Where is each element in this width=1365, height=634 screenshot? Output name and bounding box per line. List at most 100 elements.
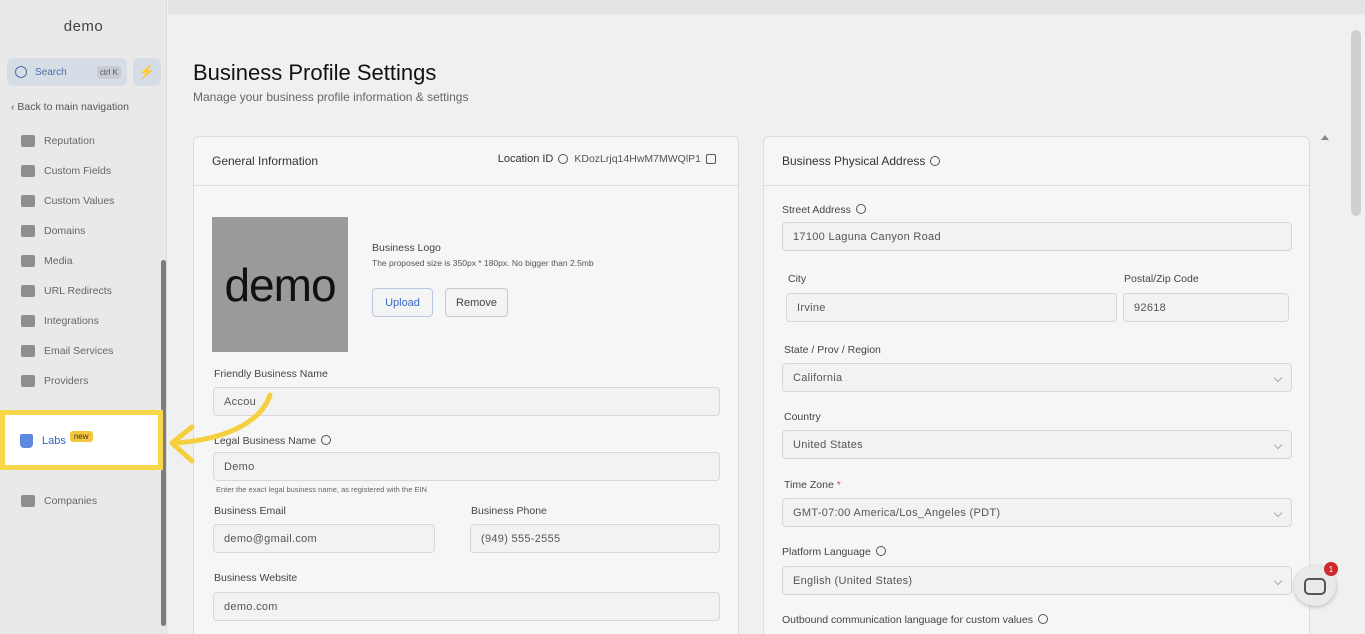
sidebar-item-labs-highlight[interactable]: Labs new — [0, 410, 163, 470]
sidebar-item-custom-fields[interactable]: Custom Fields — [21, 161, 111, 181]
sidebar-item-labs[interactable]: Labs new — [20, 430, 93, 448]
state-label: State / Prov / Region — [784, 344, 881, 356]
sidebar: demo Search ctrl K ⚡ ‹ Back to main navi… — [0, 0, 167, 634]
email-input[interactable]: demo@gmail.com — [213, 524, 435, 553]
sidebar-item-label: Custom Fields — [44, 165, 112, 177]
flask-icon — [20, 434, 33, 448]
street-label: Street Address — [782, 204, 866, 216]
star-icon — [21, 135, 35, 147]
timezone-label: Time Zone * — [784, 479, 841, 491]
business-logo-preview: demo — [212, 217, 348, 352]
friendly-name-input[interactable]: Accou — [213, 387, 720, 416]
upload-button[interactable]: Upload — [372, 288, 433, 317]
info-icon[interactable] — [321, 435, 332, 445]
platform-language-select[interactable]: English (United States) — [782, 566, 1292, 595]
required-marker: * — [836, 479, 841, 491]
timezone-label-text: Time Zone — [784, 479, 834, 491]
chat-notification-badge: 1 — [1324, 562, 1338, 576]
card-title: Business Physical Address — [782, 154, 941, 168]
chat-widget-button[interactable]: 1 — [1294, 562, 1338, 606]
sidebar-item-media[interactable]: Media — [21, 251, 73, 271]
sidebar-item-label: Integrations — [44, 315, 99, 327]
city-input[interactable]: Irvine — [786, 293, 1117, 322]
sidebar-item-label: Email Services — [44, 345, 114, 357]
legal-name-input[interactable]: Demo — [213, 452, 720, 481]
logo-label: Business Logo — [372, 242, 441, 254]
info-icon[interactable] — [855, 204, 866, 214]
bolt-icon: ⚡ — [138, 64, 156, 79]
sidebar-item-companies[interactable]: Companies — [21, 491, 97, 511]
search-label: Search — [35, 66, 67, 78]
info-icon[interactable] — [558, 154, 569, 164]
country-label: Country — [784, 411, 821, 423]
street-input[interactable]: 17100 Laguna Canyon Road — [782, 222, 1292, 251]
remove-button[interactable]: Remove — [445, 288, 508, 317]
top-bar — [168, 0, 1365, 14]
info-icon[interactable] — [1037, 614, 1048, 624]
sidebar-item-label: Reputation — [44, 135, 95, 147]
card-title-text: Business Physical Address — [782, 154, 926, 168]
copy-icon[interactable] — [706, 154, 716, 164]
search-button[interactable]: Search ctrl K — [7, 58, 127, 86]
sidebar-item-providers[interactable]: Providers — [21, 371, 88, 391]
legal-name-hint: Enter the exact legal business name, as … — [216, 485, 427, 494]
country-select[interactable]: United States — [782, 430, 1292, 459]
street-label-text: Street Address — [782, 204, 851, 216]
card-header: Business Physical Address — [764, 137, 1309, 186]
card-title: General Information — [212, 154, 319, 168]
brand-logo: demo — [63, 18, 104, 35]
media-icon — [21, 255, 35, 267]
quick-actions-button[interactable]: ⚡ — [133, 58, 161, 86]
globe-icon — [21, 225, 35, 237]
sidebar-item-label: Custom Values — [44, 195, 115, 207]
business-address-card: Business Physical Address Street Address… — [763, 136, 1310, 634]
logo-hint: The proposed size is 350px * 180px. No b… — [372, 258, 594, 268]
outbound-language-label: Outbound communication language for cust… — [782, 614, 1048, 626]
values-icon — [21, 195, 35, 207]
sidebar-item-label: Media — [44, 255, 73, 267]
phone-label: Business Phone — [471, 505, 547, 517]
sidebar-item-url-redirects[interactable]: URL Redirects — [21, 281, 112, 301]
sidebar-item-domains[interactable]: Domains — [21, 221, 85, 241]
outbound-language-label-text: Outbound communication language for cust… — [782, 614, 1033, 626]
sidebar-item-label: Companies — [44, 495, 98, 507]
companies-icon — [21, 495, 35, 507]
location-id-value: KDozLrjq14HwM7MWQlP1 — [574, 153, 701, 165]
content-scrollbar[interactable] — [1318, 130, 1332, 634]
labs-label: Labs — [42, 435, 66, 447]
card-header: General Information Location ID KDozLrjq… — [194, 137, 738, 186]
pointer-arrow-icon — [169, 392, 273, 464]
logo-text: demo — [224, 258, 336, 311]
website-label: Business Website — [214, 572, 298, 584]
email-icon — [21, 345, 35, 357]
sidebar-item-reputation[interactable]: Reputation — [21, 131, 95, 151]
back-label: Back to main navigation — [17, 101, 129, 113]
fields-icon — [21, 165, 35, 177]
phone-input[interactable]: (949) 555-2555 — [470, 524, 720, 553]
back-to-main-nav[interactable]: ‹ Back to main navigation — [11, 101, 129, 113]
sidebar-item-label: Providers — [44, 375, 89, 387]
redirect-icon — [21, 285, 35, 297]
sidebar-item-custom-values[interactable]: Custom Values — [21, 191, 114, 211]
sidebar-item-label: URL Redirects — [44, 285, 112, 297]
sidebar-item-label: Domains — [44, 225, 86, 237]
page-scrollbar[interactable] — [1351, 30, 1361, 216]
zip-input[interactable]: 92618 — [1123, 293, 1289, 322]
info-icon[interactable] — [875, 546, 886, 556]
sidebar-item-integrations[interactable]: Integrations — [21, 311, 99, 331]
scroll-up-arrow-icon[interactable] — [1321, 135, 1329, 140]
search-shortcut: ctrl K — [96, 65, 121, 79]
zip-label: Postal/Zip Code — [1124, 273, 1199, 285]
timezone-select[interactable]: GMT-07:00 America/Los_Angeles (PDT) — [782, 498, 1292, 527]
state-select[interactable]: California — [782, 363, 1292, 392]
website-input[interactable]: demo.com — [213, 592, 720, 621]
city-label: City — [788, 273, 807, 285]
sidebar-item-email-services[interactable]: Email Services — [21, 341, 113, 361]
page-title: Business Profile Settings — [193, 60, 437, 85]
search-icon — [15, 66, 27, 78]
platform-language-label: Platform Language — [782, 546, 886, 558]
providers-icon — [21, 375, 35, 387]
info-icon[interactable] — [930, 156, 941, 166]
integrations-icon — [21, 315, 35, 327]
new-badge: new — [69, 430, 93, 442]
